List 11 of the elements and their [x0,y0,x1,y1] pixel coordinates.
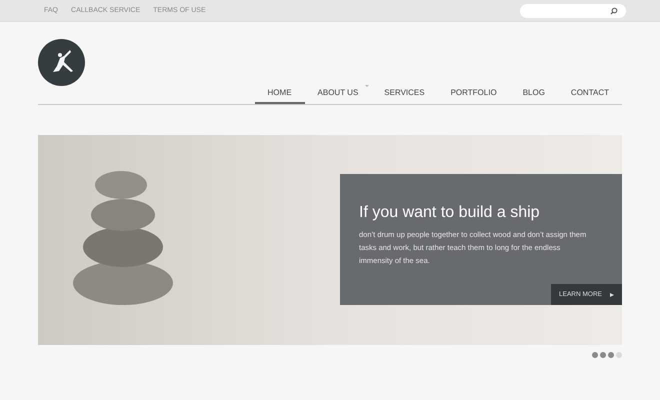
play-icon [610,292,614,296]
search-field[interactable] [520,4,626,18]
hero-title: If you want to build a ship [359,203,541,223]
nav-tab[interactable]: SERVICES [371,87,438,104]
search-icon[interactable] [610,6,618,14]
nav-tab[interactable]: PORTFOLIO [438,87,510,104]
nav-tab[interactable]: BLOG [510,87,558,104]
nav-tab[interactable]: HOME [254,87,305,104]
nav-tab[interactable]: CONTACT [558,87,622,104]
nav-tab[interactable]: ABOUT US [304,87,372,104]
logo[interactable] [38,39,85,86]
